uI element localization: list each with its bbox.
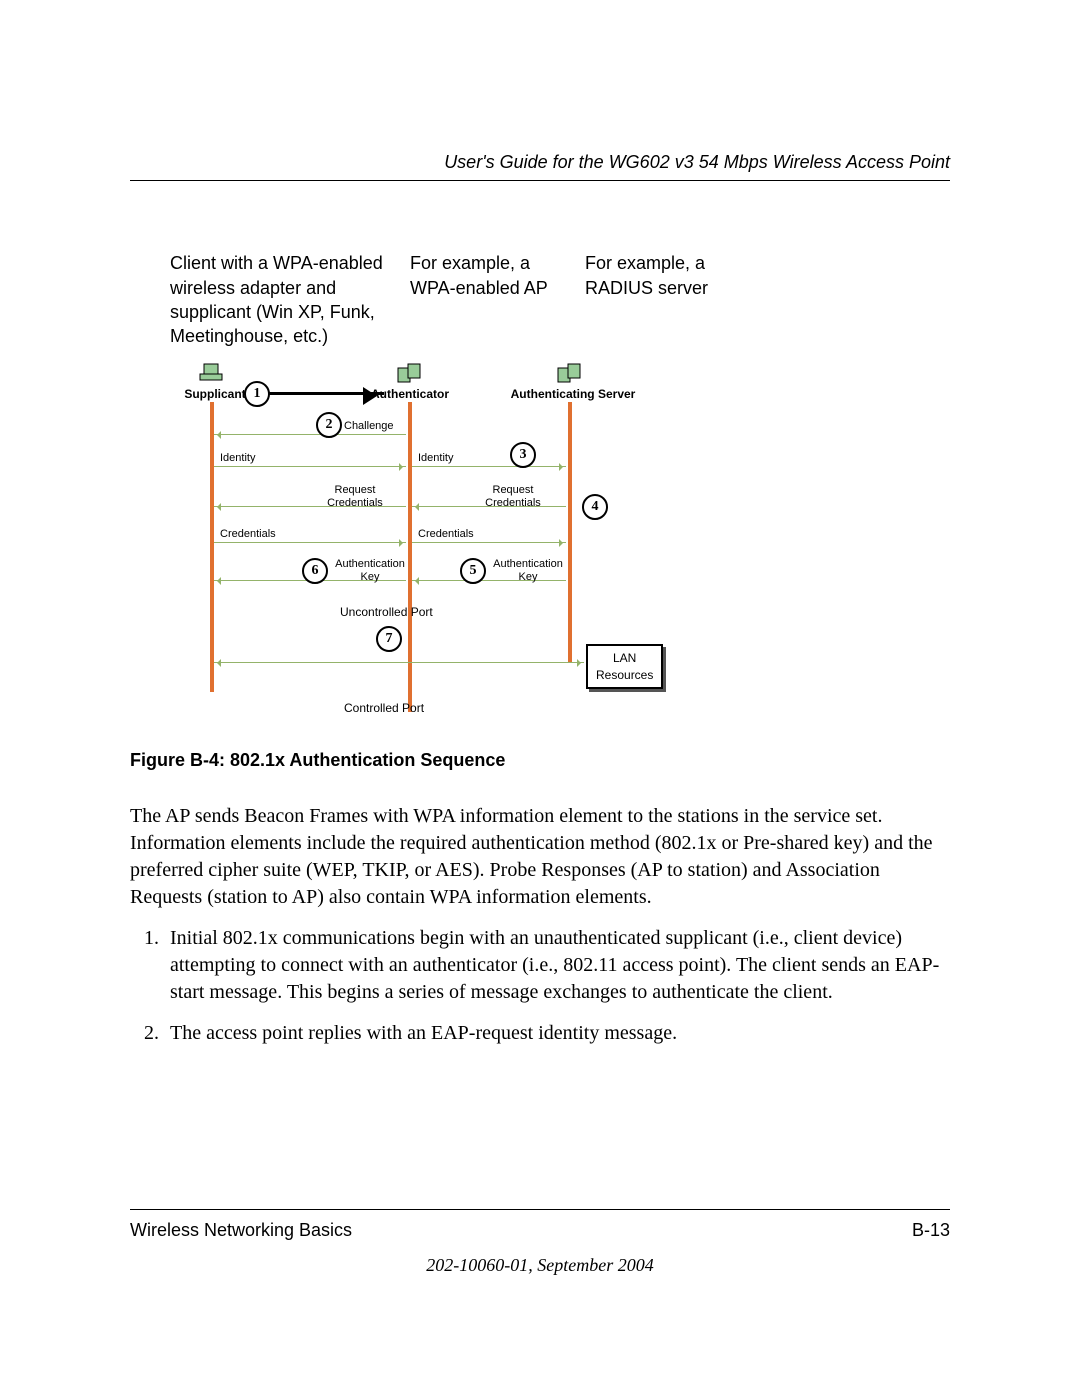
msg-challenge: Challenge — [344, 420, 394, 432]
page: User's Guide for the WG602 v3 54 Mbps Wi… — [0, 0, 1080, 1397]
label-controlled-port: Controlled Port — [344, 702, 424, 715]
lifeline-server — [568, 402, 572, 662]
step-7: 7 — [376, 626, 402, 652]
msg-reqcred-l: Request Credentials — [320, 484, 390, 508]
step-3: 3 — [510, 442, 536, 468]
label-client: Client with a WPA-enabled wireless adapt… — [170, 251, 390, 348]
node-label-server: Authenticating Server — [508, 386, 638, 402]
arrow-identity-r — [412, 466, 566, 467]
msg-identity-r: Identity — [418, 452, 453, 464]
lifeline-authenticator — [408, 402, 412, 712]
auth-sequence-diagram: Supplicant Authenticator Authenticating … — [190, 362, 660, 722]
lan-resources-box: LAN Resources — [586, 644, 663, 688]
running-header: User's Guide for the WG602 v3 54 Mbps Wi… — [130, 150, 950, 181]
arrow-eap-start — [254, 392, 384, 395]
arrow-cred-r — [412, 542, 566, 543]
step-item-1: Initial 802.1x communications begin with… — [164, 925, 950, 1006]
lifeline-supplicant — [210, 402, 214, 692]
diagram-column-labels: Client with a WPA-enabled wireless adapt… — [170, 251, 950, 348]
label-ap: For example, a WPA-enabled AP — [410, 251, 565, 348]
node-label-supplicant: Supplicant — [180, 386, 250, 402]
intro-paragraph: The AP sends Beacon Frames with WPA info… — [130, 803, 950, 911]
access-point-icon — [396, 362, 424, 384]
step-1: 1 — [244, 381, 270, 407]
figure-caption: Figure B-4: 802.1x Authentication Sequen… — [130, 748, 950, 772]
ordered-steps: Initial 802.1x communications begin with… — [130, 925, 950, 1047]
arrow-lan-access — [214, 662, 584, 663]
footer-section: Wireless Networking Basics — [130, 1218, 352, 1242]
laptop-icon — [198, 362, 226, 384]
msg-cred-l: Credentials — [220, 528, 276, 540]
arrow-identity-l — [214, 466, 406, 467]
page-footer: Wireless Networking Basics B-13 202-1006… — [130, 1209, 950, 1277]
footer-page-number: B-13 — [912, 1218, 950, 1242]
arrow-cred-l — [214, 542, 406, 543]
msg-authkey-r: Authentication Key — [486, 558, 570, 582]
msg-authkey-l: Authentication Key — [328, 558, 412, 582]
label-uncontrolled-port: Uncontrolled Port — [340, 606, 433, 619]
step-item-2: The access point replies with an EAP-req… — [164, 1020, 950, 1047]
msg-identity-l: Identity — [220, 452, 255, 464]
step-4: 4 — [582, 494, 608, 520]
label-server: For example, a RADIUS server — [585, 251, 755, 348]
arrow-challenge — [214, 434, 406, 435]
footer-docid: 202-10060-01, September 2004 — [130, 1253, 950, 1277]
msg-reqcred-r: Request Credentials — [478, 484, 548, 508]
server-icon — [556, 362, 584, 384]
msg-cred-r: Credentials — [418, 528, 474, 540]
footer-rule — [130, 1209, 950, 1210]
